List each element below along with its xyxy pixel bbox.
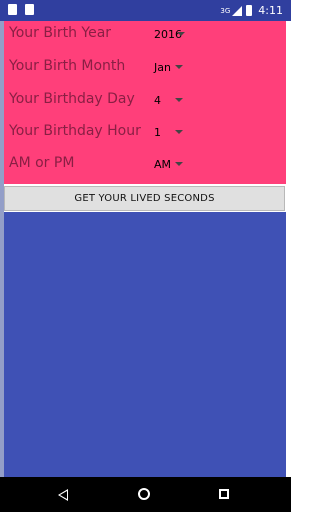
signal-icon	[232, 5, 243, 16]
birth-day-select[interactable]: 4	[154, 91, 184, 109]
back-icon[interactable]	[58, 489, 68, 501]
birth-hour-label: Your Birthday Hour	[9, 123, 141, 139]
get-lived-seconds-button[interactable]: GET YOUR LIVED SECONDS	[4, 186, 285, 211]
chevron-down-icon	[175, 162, 184, 166]
status-bar: 3G 4:11	[0, 0, 291, 21]
chevron-down-icon	[174, 65, 183, 69]
network-type: 3G	[220, 6, 231, 15]
birth-hour-select[interactable]: 1	[154, 123, 184, 141]
ampm-value: AM	[154, 157, 172, 171]
birth-year-label: Your Birth Year	[9, 25, 112, 41]
ampm-label: AM or PM	[9, 155, 75, 171]
notification-icon	[25, 4, 34, 15]
birth-month-select[interactable]: Jan	[154, 58, 184, 76]
birth-month-label: Your Birth Month	[9, 58, 126, 74]
chevron-down-icon	[175, 130, 183, 134]
chevron-down-icon	[177, 32, 185, 36]
navigation-bar	[0, 477, 291, 512]
birth-month-value: Jan	[154, 60, 171, 74]
birth-hour-value: 1	[154, 125, 161, 139]
chevron-down-icon	[175, 98, 183, 102]
birth-year-select[interactable]: 2016	[154, 25, 185, 43]
battery-icon	[246, 5, 253, 16]
birth-day-value: 4	[154, 93, 161, 107]
recent-apps-icon[interactable]	[219, 489, 229, 499]
clock: 4:11	[258, 4, 283, 17]
home-icon[interactable]	[138, 488, 150, 500]
result-panel	[4, 212, 286, 477]
ampm-select[interactable]: AM	[154, 155, 184, 173]
birth-day-label: Your Birthday Day	[9, 91, 135, 107]
birth-form: Your Birth Year 2016 Your Birth Month Ja…	[4, 21, 286, 184]
sim-icon	[8, 4, 17, 15]
